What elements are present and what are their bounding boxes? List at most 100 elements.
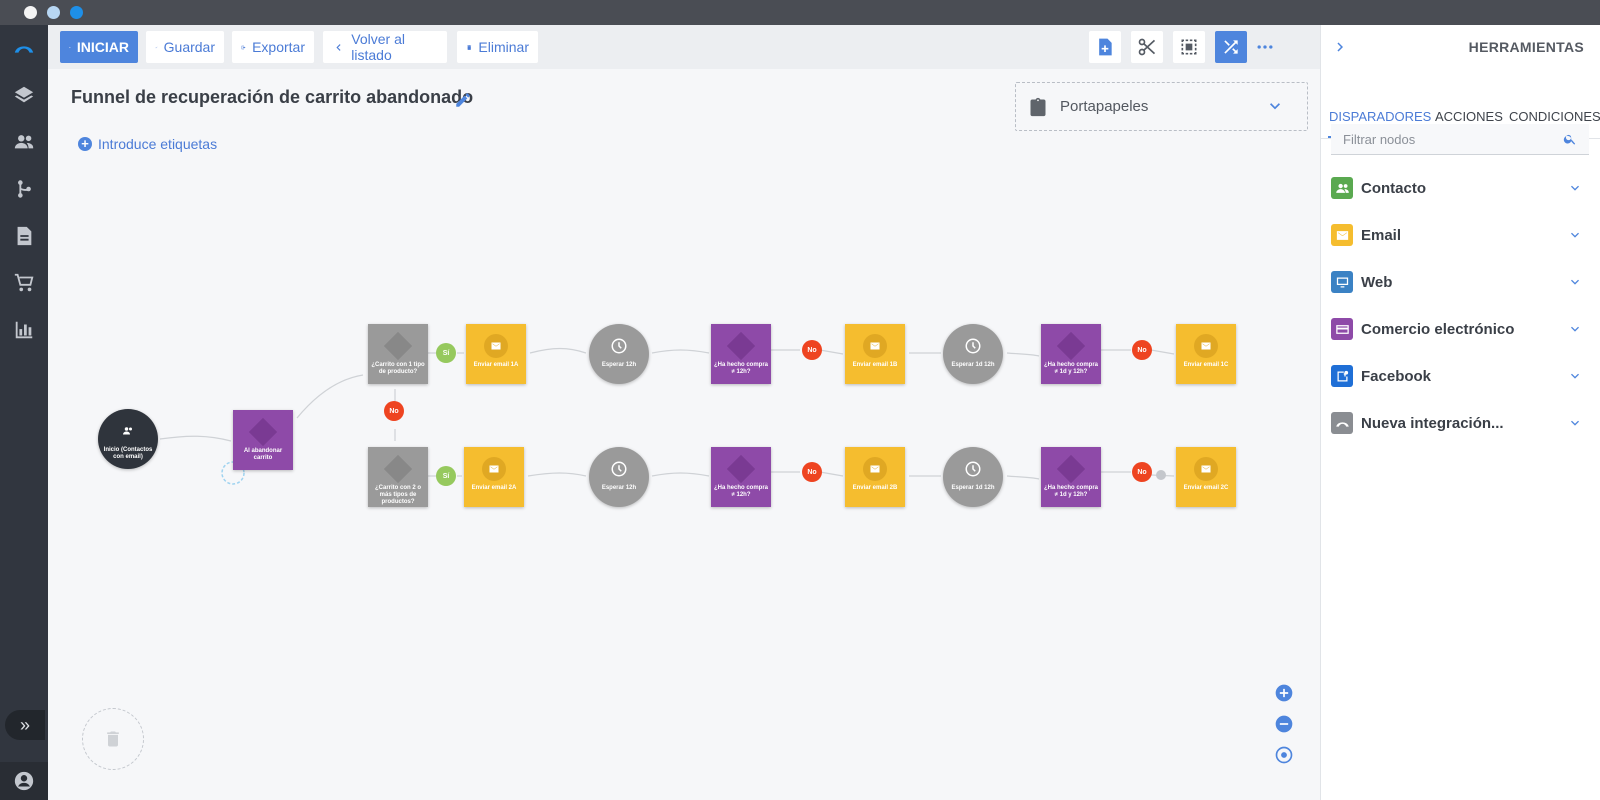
no-badge: No [802,340,822,360]
facebook-icon [1331,365,1353,387]
no-badge: No [1132,462,1152,482]
start-button[interactable]: INICIAR [60,31,138,63]
wait-label: Esperar 1d 12h [951,485,995,491]
condition-node-row1[interactable]: ¿Carrito con 1 tipo de producto? [368,324,428,384]
tools-panel: HERRAMIENTAS DISPARADORES ACCIONES CONDI… [1320,25,1600,800]
purchase-check-node-2b[interactable]: ¿Ha hecho compra ≠ 1d y 12h? [1041,447,1101,507]
purchase-check-node-1b[interactable]: ¿Ha hecho compra ≠ 1d y 12h? [1041,324,1101,384]
trash-drop-zone[interactable] [82,708,144,770]
window-maximize-dot[interactable] [70,6,83,19]
play-icon [69,46,71,48]
panel-title: HERRAMIENTAS [1468,39,1584,55]
no-badge: No [1132,340,1152,360]
mail-icon [863,334,887,358]
email-node-1c[interactable]: Enviar email 1C [1176,324,1236,384]
chevron-left-icon [336,43,341,51]
category-new-integration[interactable]: Nueva integración... [1331,408,1589,438]
condition-node-row2[interactable]: ¿Carrito con 2 o más tipos de productos? [368,447,428,507]
clock-icon [961,457,985,481]
start-button-label: INICIAR [76,39,129,55]
user-account-icon[interactable] [0,762,48,800]
category-web[interactable]: Web [1331,267,1589,297]
filter-nodes-input[interactable]: Filtrar nodos [1331,124,1589,155]
tab-conditions[interactable]: CONDICIONES [1509,109,1600,124]
category-label: Comercio electrónico [1361,320,1515,338]
category-ecommerce[interactable]: Comercio electrónico [1331,314,1589,344]
zoom-out-icon[interactable] [1274,714,1294,734]
export-button[interactable]: Exportar [232,31,314,63]
category-contact[interactable]: Contacto [1331,173,1589,203]
purchase-check-label: ¿Ha hecho compra ≠ 12h? [714,485,769,498]
cart-icon[interactable] [11,270,37,296]
category-label: Contacto [1361,179,1426,197]
clock-icon [961,334,985,358]
chevron-right-icon[interactable] [1331,38,1349,56]
logo-icon[interactable] [11,35,37,61]
start-node[interactable]: Inicio (Contactos con email) [98,409,158,469]
chevron-down-icon [1571,373,1579,379]
more-options-icon[interactable] [1249,31,1281,63]
purchase-check-label: ¿Ha hecho compra ≠ 1d y 12h? [1044,485,1099,498]
documents-icon[interactable] [11,223,37,249]
new-document-icon[interactable] [1089,31,1121,63]
top-toolbar: INICIAR Guardar Exportar Volver al lista… [48,25,1320,69]
category-label: Nueva integración... [1361,414,1504,432]
wait-label: Esperar 1d 12h [951,362,995,368]
layers-icon[interactable] [11,82,37,108]
export-button-label: Exportar [252,39,305,55]
integration-icon [1331,412,1353,434]
expand-nav-button[interactable]: » [5,710,45,740]
trash-icon [107,731,119,747]
purchase-check-node-1a[interactable]: ¿Ha hecho compra ≠ 12h? [711,324,771,384]
branch-no-badge: No [384,401,404,421]
window-minimize-dot[interactable] [47,6,60,19]
mail-icon [1194,334,1218,358]
condition-diamond-icon [383,454,413,484]
center-view-icon[interactable] [1274,745,1294,765]
mail-icon [1331,224,1353,246]
category-email[interactable]: Email [1331,220,1589,250]
wait-node-1a[interactable]: Esperar 12h [589,324,649,384]
scissors-icon[interactable] [1131,31,1163,63]
card-icon [1056,331,1086,361]
category-facebook[interactable]: Facebook [1331,361,1589,391]
tab-actions[interactable]: ACCIONES [1435,109,1503,124]
delete-button[interactable]: Eliminar [457,31,538,63]
save-button-label: Guardar [163,39,215,55]
email-node-1a[interactable]: Enviar email 1A [466,324,526,384]
condition-label: ¿Carrito con 1 tipo de producto? [371,362,425,375]
chevron-down-icon [1571,326,1579,332]
email-node-2c[interactable]: Enviar email 2C [1176,447,1236,507]
purchase-check-node-2a[interactable]: ¿Ha hecho compra ≠ 12h? [711,447,771,507]
email-node-1b[interactable]: Enviar email 1B [845,324,905,384]
delete-button-label: Eliminar [478,39,529,55]
wait-node-2b[interactable]: Esperar 1d 12h [943,447,1003,507]
condition-label: ¿Carrito con 2 o más tipos de productos? [374,485,421,505]
email-label: Enviar email 2C [1183,485,1229,491]
window-titlebar [0,0,1600,25]
stats-icon[interactable] [11,317,37,343]
wait-node-1b[interactable]: Esperar 1d 12h [943,324,1003,384]
email-label: Enviar email 1A [473,362,519,368]
wait-node-2a[interactable]: Esperar 12h [589,447,649,507]
chevron-down-icon [1571,420,1579,426]
select-area-icon[interactable] [1173,31,1205,63]
mail-icon [482,457,506,481]
tab-triggers[interactable]: DISPARADORES [1329,109,1431,124]
back-to-list-button[interactable]: Volver al listado [323,31,447,63]
contacts-icon[interactable] [11,129,37,155]
contacts-icon [116,419,140,443]
people-icon [1331,177,1353,199]
category-label: Facebook [1361,367,1432,385]
window-close-dot[interactable] [24,6,37,19]
zoom-in-icon[interactable] [1274,683,1294,703]
card-icon [726,331,756,361]
email-node-2a[interactable]: Enviar email 2A [464,447,524,507]
abandon-cart-trigger-node[interactable]: Al abandonar carrito [233,410,293,470]
workflow-canvas[interactable]: Funnel de recuperación de carrito abando… [48,69,1320,800]
save-button[interactable]: Guardar [146,31,224,63]
email-node-2b[interactable]: Enviar email 2B [845,447,905,507]
shuffle-icon[interactable] [1215,31,1247,63]
automation-icon[interactable] [11,176,37,202]
purchase-check-label: ¿Ha hecho compra ≠ 1d y 12h? [1044,362,1099,375]
